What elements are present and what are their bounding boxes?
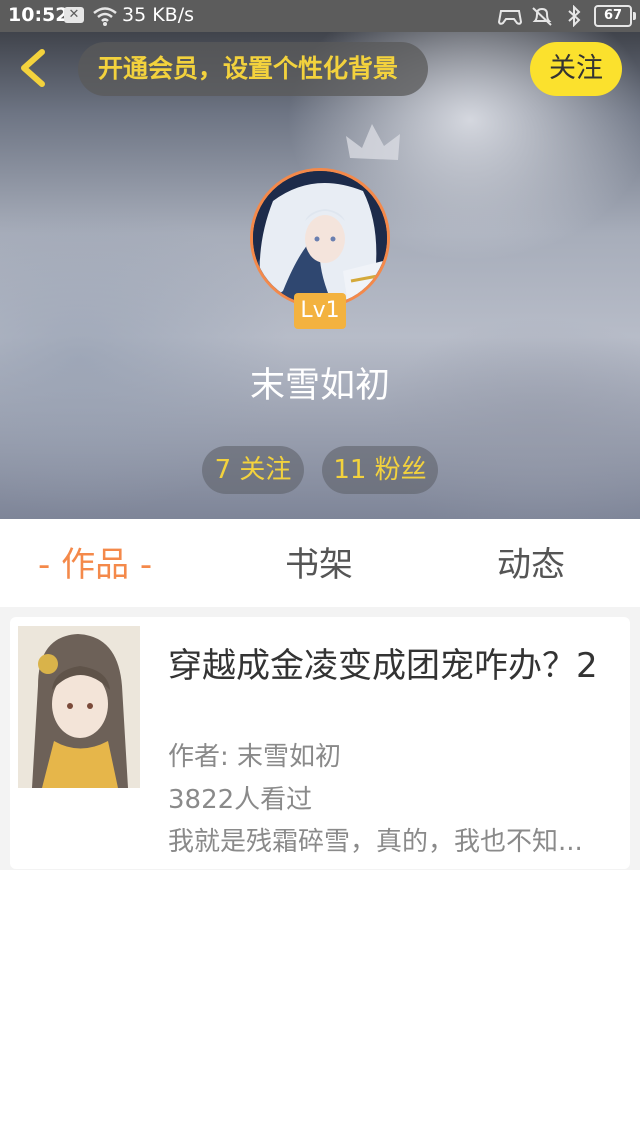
bluetooth-icon bbox=[568, 5, 581, 27]
wifi-icon bbox=[93, 7, 117, 26]
book-cover[interactable] bbox=[18, 626, 140, 788]
vip-prompt-text[interactable]: 开通会员，设置个性化背景 bbox=[98, 54, 398, 84]
status-icons: 67 bbox=[498, 4, 636, 28]
fans-count[interactable]: 11 粉丝 bbox=[322, 446, 438, 494]
mute-bell-icon bbox=[532, 7, 552, 26]
game-controller-icon bbox=[498, 10, 522, 25]
following-count[interactable]: 7 关注 bbox=[202, 446, 304, 494]
chevron-left-icon bbox=[21, 49, 45, 87]
book-cover-illustration bbox=[18, 626, 140, 788]
close-box-icon: ✕ bbox=[64, 7, 84, 23]
back-button[interactable] bbox=[12, 44, 56, 92]
profile-tabs: - 作品 - 书架 动态 bbox=[0, 519, 640, 607]
book-title[interactable]: 穿越成金凌变成团宠咋办？2 bbox=[168, 643, 640, 689]
avatar-illustration bbox=[253, 171, 387, 305]
tab-activity[interactable]: 动态 bbox=[497, 543, 565, 587]
battery-icon: 67 bbox=[594, 5, 636, 27]
tab-works[interactable]: - 作品 - bbox=[38, 543, 152, 587]
avatar[interactable] bbox=[250, 168, 390, 308]
tab-bookshelf[interactable]: 书架 bbox=[285, 543, 353, 587]
book-description: 我就是残霜碎雪，真的，我也不知... bbox=[168, 827, 583, 857]
follow-button[interactable]: 关注 bbox=[530, 42, 622, 96]
status-bar: 10:52 ✕ 35 KB/s 67 bbox=[0, 0, 640, 32]
network-speed: 35 KB/s bbox=[122, 4, 195, 26]
book-views: 3822人看过 bbox=[168, 785, 313, 815]
level-badge: Lv1 bbox=[294, 293, 346, 329]
status-time: 10:52 bbox=[8, 4, 69, 26]
book-author: 作者: 末雪如初 bbox=[168, 742, 342, 772]
username: 末雪如初 bbox=[249, 366, 390, 406]
